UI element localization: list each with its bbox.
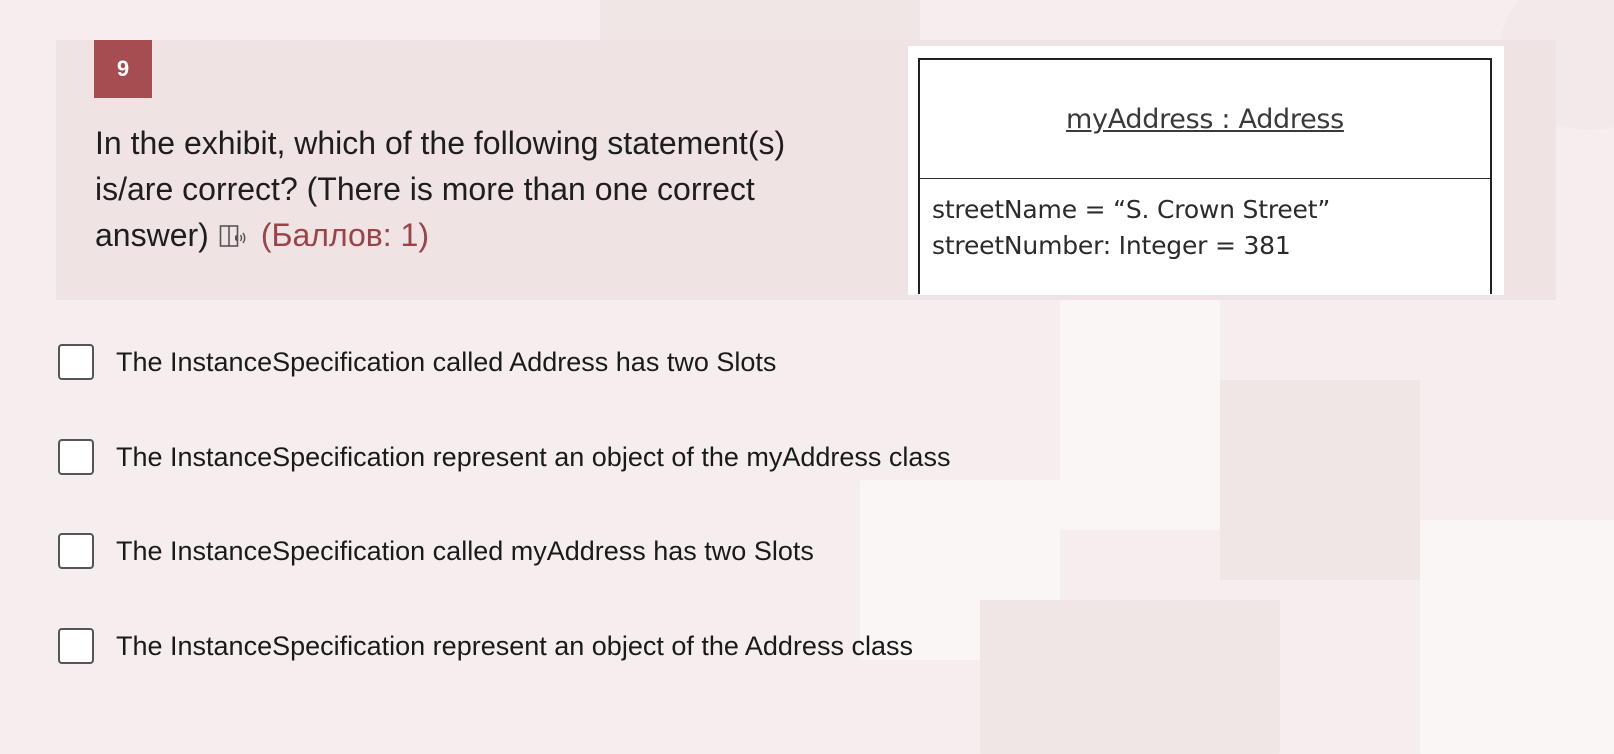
background-decoration [600, 0, 920, 40]
uml-slot-list: streetName = “S. Crown Street” streetNum… [932, 192, 1330, 264]
uml-instance-box: myAddress : Address streetName = “S. Cro… [918, 58, 1492, 294]
answer-option-label[interactable]: The InstanceSpecification called Address… [116, 347, 776, 378]
answer-checkbox[interactable] [58, 628, 94, 664]
read-aloud-icon[interactable] [219, 215, 247, 261]
answer-option[interactable]: The InstanceSpecification represent an o… [58, 437, 950, 477]
answer-checkbox[interactable] [58, 533, 94, 569]
background-decoration [980, 600, 1280, 754]
background-decoration [1220, 380, 1420, 580]
background-decoration [1060, 300, 1220, 530]
answer-option-label[interactable]: The InstanceSpecification represent an o… [116, 442, 950, 473]
answer-option[interactable]: The InstanceSpecification called Address… [58, 342, 776, 382]
uml-slot: streetNumber: Integer = 381 [932, 231, 1291, 260]
uml-slot: streetName = “S. Crown Street” [932, 195, 1331, 224]
answer-checkbox[interactable] [58, 439, 94, 475]
question-number-badge: 9 [94, 40, 152, 98]
exhibit-image: myAddress : Address streetName = “S. Cro… [908, 46, 1504, 295]
answer-option-label[interactable]: The InstanceSpecification called myAddre… [116, 536, 814, 567]
background-decoration [1420, 520, 1614, 754]
answer-option-label[interactable]: The InstanceSpecification represent an o… [116, 631, 913, 662]
question-text: In the exhibit, which of the following s… [95, 125, 786, 253]
question-text-block: In the exhibit, which of the following s… [95, 120, 855, 261]
answer-option[interactable]: The InstanceSpecification represent an o… [58, 626, 913, 666]
points-label: (Баллов: 1) [260, 217, 429, 253]
answer-option[interactable]: The InstanceSpecification called myAddre… [58, 531, 814, 571]
uml-object-title: myAddress : Address [920, 60, 1490, 179]
answer-checkbox[interactable] [58, 344, 94, 380]
